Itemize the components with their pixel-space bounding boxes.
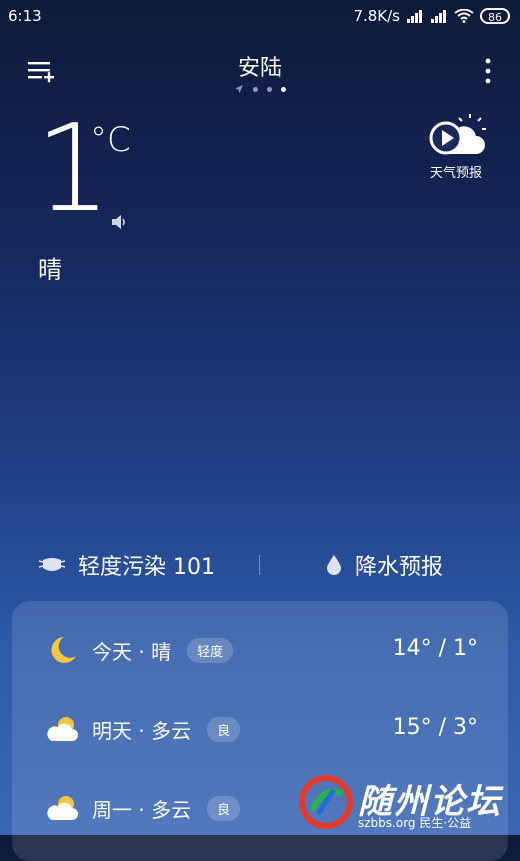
- aqi-text: 轻度污染 101: [78, 555, 215, 580]
- forecast-day-label: 今天 · 晴 轻度: [92, 636, 234, 665]
- status-bar: 6:13 7.8K/s 86: [0, 0, 520, 32]
- mask-icon: [38, 558, 66, 571]
- page-indicator: [0, 84, 520, 94]
- moon-icon: [51, 637, 76, 663]
- forecast-day-label: 明天 · 多云 良: [92, 715, 241, 744]
- signal-icon: [431, 10, 446, 23]
- page-dot: [253, 86, 258, 92]
- battery-indicator: 86: [480, 8, 510, 24]
- status-time: 6:13: [8, 7, 42, 25]
- signal-icon: [407, 10, 422, 23]
- location-arrow-icon: [235, 85, 243, 93]
- forecast-day-label: 周一 · 多云 良: [92, 794, 241, 823]
- more-vert-icon[interactable]: [482, 56, 494, 86]
- watermark-logo: 随州论坛 szbbs.org 民生·公益: [298, 772, 514, 832]
- video-cloud-icon: [429, 114, 486, 155]
- forecast-temps: 14° / 1°: [392, 636, 478, 661]
- top-bar: 安陆: [0, 40, 520, 100]
- forecast-day-text: 周一 · 多云: [92, 798, 192, 822]
- current-condition: 晴: [38, 256, 62, 284]
- watermark-sub: szbbs.org 民生·公益: [358, 816, 472, 830]
- aqi-badge: 良: [207, 796, 241, 821]
- forecast-row[interactable]: 今天 · 晴 轻度 14° / 1°: [12, 624, 508, 674]
- info-row: 轻度污染 101 降水预报: [0, 545, 520, 585]
- status-right: 7.8K/s 86: [353, 7, 510, 25]
- aqi-badge: 良: [207, 717, 241, 742]
- info-divider: [259, 555, 260, 575]
- page-dot: [267, 86, 272, 92]
- forecast-row[interactable]: 明天 · 多云 良 15° / 3°: [12, 703, 508, 753]
- cloud-sun-icon: [47, 796, 78, 820]
- wifi-icon: [454, 9, 474, 23]
- cloud-sun-icon: [47, 717, 78, 741]
- weather-video-label: 天气预报: [429, 166, 482, 181]
- weather-video-button[interactable]: 天气预报: [416, 114, 496, 184]
- forum-logo-icon: [299, 775, 353, 829]
- aqi-badge: 轻度: [187, 638, 234, 663]
- forecast-day-text: 明天 · 多云: [92, 719, 192, 743]
- network-speed: 7.8K/s: [353, 7, 400, 25]
- city-name[interactable]: 安陆: [0, 50, 520, 82]
- water-drop-icon: [327, 555, 341, 575]
- rain-forecast-button[interactable]: 降水预报: [325, 549, 443, 581]
- aqi-button[interactable]: 轻度污染 101: [38, 549, 215, 581]
- temperature-unit: °C: [90, 120, 131, 160]
- page-dot-active: [281, 86, 286, 92]
- speaker-icon[interactable]: [110, 212, 130, 232]
- rain-forecast-text: 降水预报: [355, 555, 444, 580]
- forecast-temps: 15° / 3°: [392, 715, 478, 740]
- forecast-day-text: 今天 · 晴: [92, 640, 172, 664]
